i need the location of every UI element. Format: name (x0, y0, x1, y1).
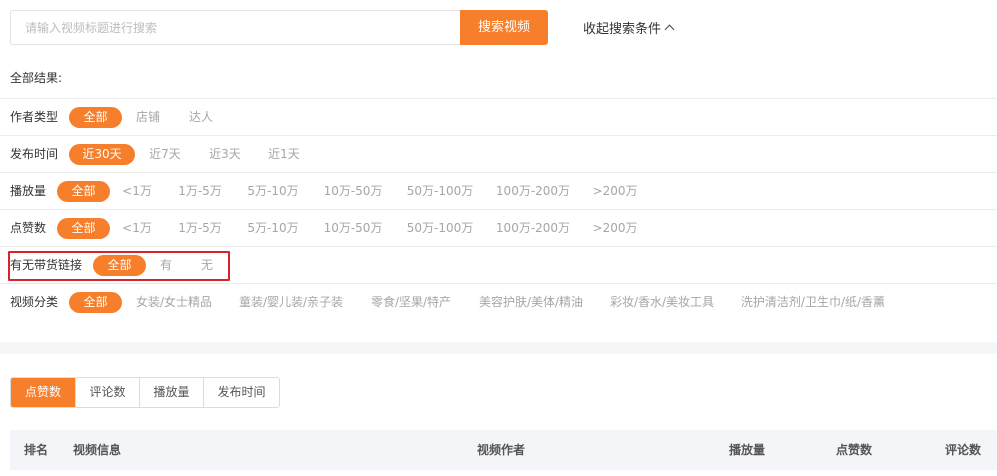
column-header-likes[interactable]: 点赞数 (836, 430, 872, 470)
filter-row-play-count: 播放量 全部 <1万 1万-5万 5万-10万 10万-50万 50万-100万… (0, 172, 997, 209)
filter-option-play-range[interactable]: 5万-10万 (244, 181, 302, 202)
filter-option-category[interactable]: 彩妆/香水/美妆工具 (605, 292, 719, 313)
table-header: 排名 视频信息 视频作者 播放量 点赞数 评论数 (10, 430, 997, 470)
filter-option-play-range[interactable]: >200万 (589, 181, 641, 202)
filter-option-category[interactable]: 零食/坚果/特产 (366, 292, 456, 313)
filter-row-publish-time: 发布时间 近30天 近7天 近3天 近1天 (0, 135, 997, 172)
sort-tab-publish-time[interactable]: 发布时间 (204, 378, 279, 407)
filter-option-time-7d[interactable]: 近7天 (143, 144, 187, 165)
filter-option-play-all[interactable]: 全部 (57, 181, 110, 202)
column-header-comments[interactable]: 评论数 (945, 430, 981, 470)
filter-row-author-type: 作者类型 全部 店铺 达人 (0, 98, 997, 135)
filter-option-play-range[interactable]: 10万-50万 (321, 181, 385, 202)
filter-option-like-range[interactable]: <1万 (119, 218, 155, 239)
filter-label: 播放量 (10, 184, 47, 198)
filter-option-play-range[interactable]: <1万 (119, 181, 155, 202)
sort-tab-plays[interactable]: 播放量 (140, 378, 204, 407)
filter-option-like-range[interactable]: 10万-50万 (321, 218, 385, 239)
filter-option-like-range[interactable]: 50万-100万 (404, 218, 476, 239)
chevron-up-icon (664, 24, 675, 35)
search-input[interactable] (11, 11, 460, 44)
filter-option-time-1d[interactable]: 近1天 (262, 144, 306, 165)
filter-label: 点赞数 (10, 221, 47, 235)
column-header-plays[interactable]: 播放量 (729, 430, 765, 470)
column-header-rank: 排名 (24, 443, 49, 457)
sort-tab-comments[interactable]: 评论数 (76, 378, 140, 407)
filter-option-category[interactable]: 洗护清洁剂/卫生巾/纸/香薰 (736, 292, 890, 313)
filter-option-category[interactable]: 女装/女士精品 (131, 292, 217, 313)
collapse-filters-toggle[interactable]: 收起搜索条件 (583, 18, 675, 37)
filter-option-category[interactable]: 童装/婴儿装/亲子装 (234, 292, 348, 313)
filter-option-time-30d[interactable]: 近30天 (69, 144, 135, 165)
filter-option-play-range[interactable]: 50万-100万 (404, 181, 476, 202)
filter-option-like-range[interactable]: >200万 (589, 218, 641, 239)
sort-tab-likes[interactable]: 点赞数 (11, 378, 76, 407)
filter-option-author-all[interactable]: 全部 (69, 107, 122, 128)
search-video-button[interactable]: 搜索视频 (460, 10, 548, 45)
filter-option-play-range[interactable]: 100万-200万 (494, 181, 572, 202)
filter-option-author-influencer[interactable]: 达人 (183, 107, 219, 128)
filter-option-category-all[interactable]: 全部 (69, 292, 122, 313)
filter-option-time-3d[interactable]: 近3天 (203, 144, 247, 165)
filter-option-category[interactable]: 美容护肤/美体/精油 (474, 292, 588, 313)
highlight-box (8, 251, 230, 281)
collapse-filters-label: 收起搜索条件 (583, 22, 662, 37)
all-results-label: 全部结果: (10, 71, 63, 85)
section-divider (0, 342, 997, 354)
filter-option-author-shop[interactable]: 店铺 (130, 107, 166, 128)
filter-label: 发布时间 (10, 147, 59, 161)
column-header-author: 视频作者 (477, 443, 526, 457)
filter-option-like-range[interactable]: 100万-200万 (494, 218, 572, 239)
filter-option-like-all[interactable]: 全部 (57, 218, 110, 239)
column-header-video-info: 视频信息 (73, 443, 122, 457)
filter-option-like-range[interactable]: 1万-5万 (174, 218, 226, 239)
search-box (10, 10, 460, 45)
filter-option-play-range[interactable]: 1万-5万 (174, 181, 226, 202)
filter-row-like-count: 点赞数 全部 <1万 1万-5万 5万-10万 10万-50万 50万-100万… (0, 209, 997, 246)
filter-row-video-category: 视频分类 全部 女装/女士精品 童装/婴儿装/亲子装 零食/坚果/特产 美容护肤… (0, 283, 997, 320)
filter-option-like-range[interactable]: 5万-10万 (244, 218, 302, 239)
sort-tabs: 点赞数 评论数 播放量 发布时间 (10, 377, 280, 408)
filter-label: 视频分类 (10, 295, 59, 309)
filter-label: 作者类型 (10, 110, 59, 124)
